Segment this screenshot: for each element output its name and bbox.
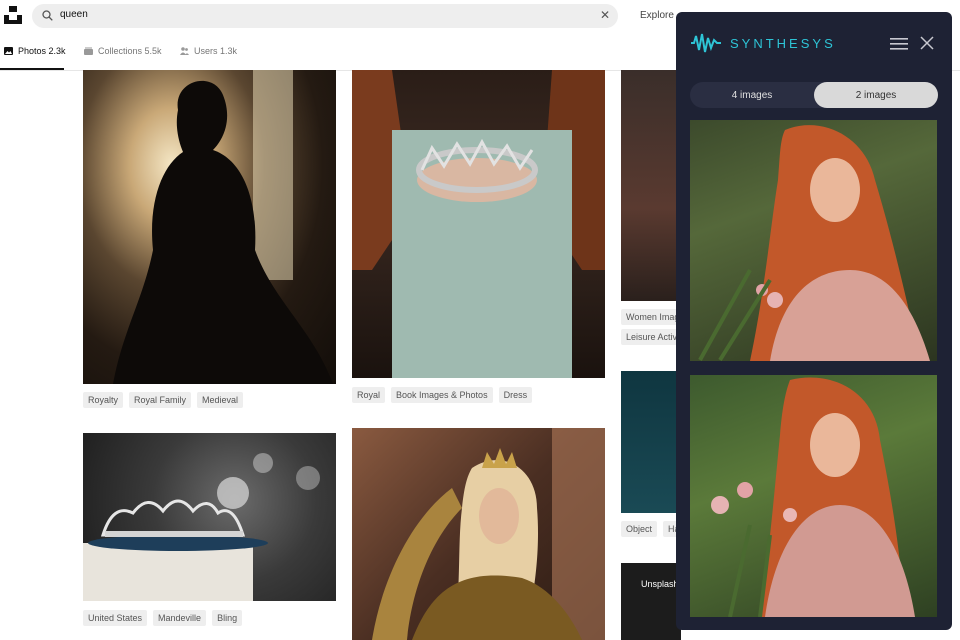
photo-blonde-queen[interactable] — [352, 428, 605, 640]
generated-image-2[interactable] — [690, 375, 937, 617]
photo-tags: Royalty Royal Family Medieval — [83, 392, 244, 408]
crown-hands-scene — [352, 70, 605, 378]
photo-dark-partial[interactable]: Unsplash — [621, 563, 681, 640]
image-count-toggle: 4 images 2 images — [690, 82, 938, 108]
generated-image-1[interactable] — [690, 120, 937, 361]
photo-crown-hands[interactable] — [352, 70, 605, 378]
tag[interactable]: Royal Family — [129, 392, 192, 408]
unsplash-logo[interactable] — [4, 6, 22, 24]
photo-tags: United States Mandeville Bling — [83, 610, 243, 626]
clear-search-icon[interactable]: ✕ — [600, 8, 610, 22]
blonde-queen-scene — [372, 428, 605, 640]
tag[interactable]: Royalty — [83, 392, 124, 408]
tiara-scene — [83, 453, 320, 601]
redhead-portrait-1 — [698, 125, 930, 361]
tag[interactable]: Book Images & Photos — [391, 387, 493, 403]
tab-label: Users 1.3k — [194, 46, 238, 56]
users-icon — [180, 47, 189, 55]
search-input[interactable]: queen — [60, 9, 88, 20]
search-icon — [42, 10, 53, 21]
active-tab-indicator — [0, 68, 64, 70]
tag[interactable]: Mandeville — [153, 610, 207, 626]
redhead-portrait-2 — [711, 377, 915, 617]
photo-teal-partial[interactable] — [621, 371, 681, 513]
tab-collections[interactable]: Collections 5.5k — [84, 46, 162, 56]
photo-icon — [4, 47, 13, 55]
unsplash-caption: Unsplash — [641, 579, 679, 589]
tag[interactable]: Royal — [352, 387, 386, 403]
search-bar[interactable]: queen ✕ — [32, 4, 618, 28]
photo-tags: Object Ha — [621, 521, 685, 537]
explore-link[interactable]: Explore — [640, 10, 674, 21]
tab-label: Collections 5.5k — [98, 46, 162, 56]
hamburger-menu-icon[interactable] — [890, 38, 908, 50]
photo-silhouette-woman[interactable] — [83, 70, 336, 384]
synthesys-panel: SYNTHESYS 4 images 2 images — [676, 12, 952, 630]
tab-photos[interactable]: Photos 2.3k — [4, 46, 66, 56]
tag[interactable]: Women Imag — [621, 309, 685, 325]
collections-icon — [84, 47, 93, 55]
synthesys-brand: SYNTHESYS — [690, 32, 836, 54]
tab-label: Photos 2.3k — [18, 46, 66, 56]
tag[interactable]: Object — [621, 521, 658, 537]
photo-tiara[interactable] — [83, 433, 336, 601]
photo-woman-partial[interactable] — [621, 70, 681, 301]
tag[interactable]: Leisure Activ — [621, 329, 685, 345]
tab-users[interactable]: Users 1.3k — [180, 46, 237, 56]
silhouette-figure — [113, 70, 333, 384]
brand-name: SYNTHESYS — [730, 35, 836, 51]
tag[interactable]: Bling — [212, 610, 243, 626]
waveform-logo-icon — [691, 33, 721, 53]
segment-4-images[interactable]: 4 images — [690, 82, 814, 108]
tag[interactable]: Dress — [498, 387, 533, 403]
photo-tags: Royal Book Images & Photos Dress — [352, 387, 533, 403]
tag[interactable]: United States — [83, 610, 148, 626]
tag[interactable]: Medieval — [197, 392, 244, 408]
close-icon[interactable] — [920, 36, 934, 50]
photo-tags: Women Imag Leisure Activ — [621, 309, 685, 345]
segment-2-images[interactable]: 2 images — [814, 82, 938, 108]
